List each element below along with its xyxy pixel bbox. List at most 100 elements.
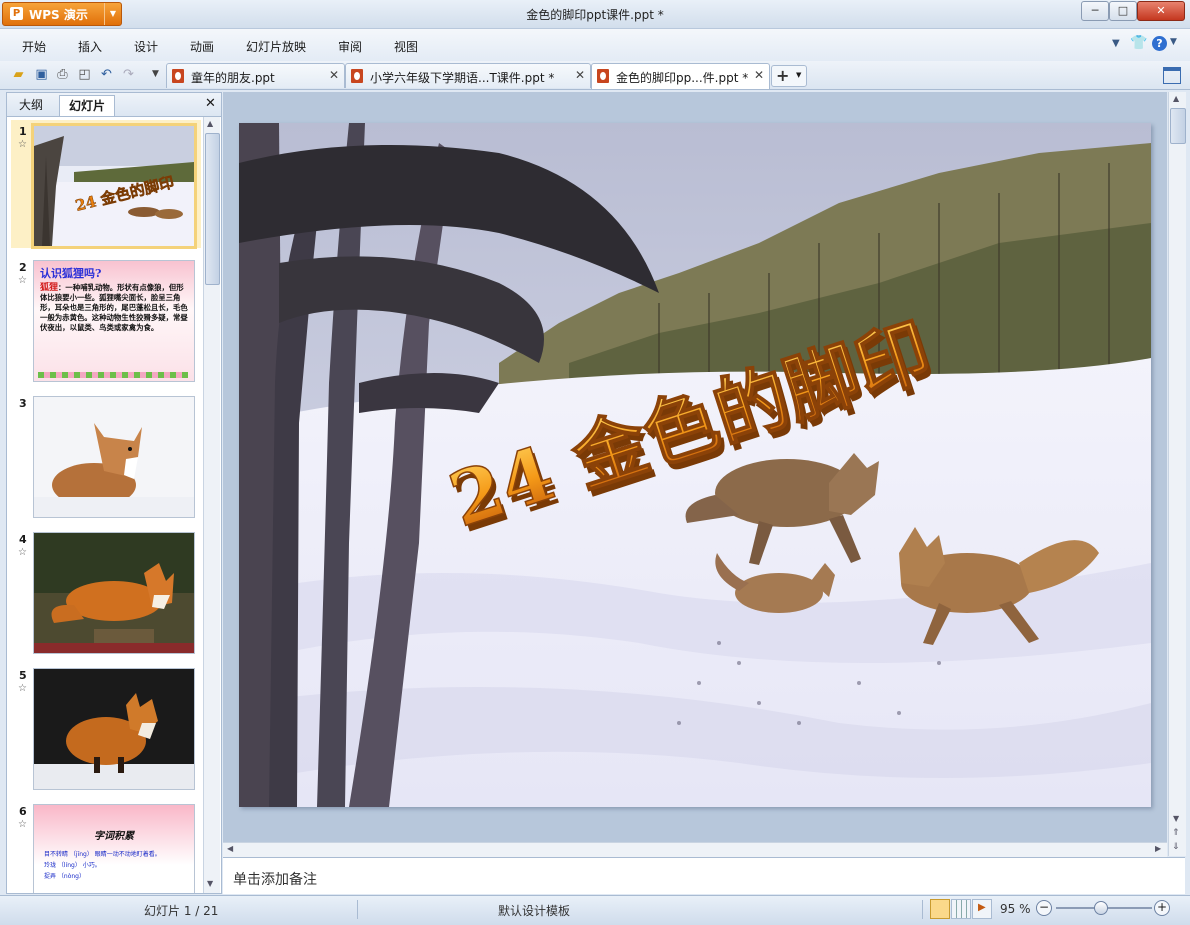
help-icon[interactable]: ? [1152,36,1167,51]
normal-view-button[interactable] [930,899,950,919]
slide-thumbnail-6[interactable]: 字词积累 目不转睛 （jīng） 眼睛一动不动地盯着看。 玲珑 （líng） 小… [33,804,195,893]
doc-tab-label: 小学六年级下学期语...T课件.ppt * [370,71,555,85]
doc-tab-1[interactable]: 小学六年级下学期语...T课件.ppt * ✕ [345,63,591,88]
zoom-slider-thumb[interactable] [1094,901,1108,915]
winter-forest-foxes-image: 24 金色的脚印 24 金色的脚印 [239,123,1151,807]
toolbar-dropdown-icon[interactable]: ▼ [147,66,164,83]
scroll-right-icon[interactable]: ▶ [1155,844,1161,853]
tab-slides[interactable]: 幻灯片 [59,95,115,116]
menu-review[interactable]: 审阅 [338,38,362,55]
current-slide[interactable]: 24 金色的脚印 24 金色的脚印 [239,123,1151,807]
slide-thumbnail-2[interactable]: 认识狐狸吗? 狐狸：一种哺乳动物。形状有点像狼，但形体比狼要小一些。狐狸嘴尖面长… [33,260,195,382]
scroll-up-icon[interactable]: ▲ [1173,94,1179,103]
maximize-button[interactable]: □ [1109,1,1137,21]
menu-animation[interactable]: 动画 [190,38,214,55]
scroll-down-icon[interactable]: ▼ [1173,814,1179,823]
slide-thumbnail-5[interactable] [33,668,195,790]
previous-slide-icon[interactable]: ⇑ [1172,828,1180,838]
scrollbar-thumb[interactable] [1170,108,1186,144]
slide-thumbnail-3[interactable] [33,396,195,518]
ppt-file-icon [351,69,363,83]
menu-home[interactable]: 开始 [22,38,46,55]
window-layout-icon[interactable] [1163,67,1181,84]
undo-icon[interactable]: ↶ [98,66,115,83]
scrollbar-thumb[interactable] [205,133,220,285]
thumb-body: ：一种哺乳动物。形状有点像狼，但形体比狼要小一些。狐狸嘴尖面长，脸呈三角形，耳朵… [40,283,188,332]
slide-number: 1 [19,125,27,138]
slide-counter: 幻灯片 1 / 21 [144,904,219,918]
title-bar: 金色的脚印ppt课件.ppt * P WPS 演示 ▼ ─ □ ✕ [0,0,1190,29]
slide-horizontal-scrollbar[interactable]: ◀ ▶ [223,842,1167,857]
thumb-line: 捉弄 （nòng） [44,873,85,880]
wps-logo-icon: P [10,7,23,20]
close-tab-icon[interactable]: ✕ [329,68,339,82]
winter-forest-thumbnail: 24 金色的脚印 [34,126,194,246]
slide-number: 3 [19,397,27,410]
menu-insert[interactable]: 插入 [78,38,102,55]
thumbnail-scrollbar[interactable]: ▲ ▼ [203,117,220,893]
menu-slideshow[interactable]: 幻灯片放映 [246,38,306,55]
app-name: WPS 演示 [29,8,88,22]
print-icon[interactable]: ⎙ [54,66,71,83]
thumb-term: 狐狸 [40,283,59,293]
skin-icon[interactable]: 👕 [1130,35,1147,51]
zoom-level: 95 % [1000,902,1031,916]
slide-editing-area: 24 金色的脚印 24 金色的脚印 [223,92,1167,842]
next-slide-icon[interactable]: ⇓ [1172,842,1180,852]
animation-star-icon: ☆ [18,547,27,558]
help-dropdown-icon[interactable]: ▼ [1170,37,1177,47]
app-menu-button[interactable]: P WPS 演示 ▼ [2,2,122,26]
close-panel-icon[interactable]: ✕ [205,96,216,111]
scroll-up-icon[interactable]: ▲ [207,119,213,128]
zoom-in-button[interactable]: + [1154,900,1170,916]
animation-star-icon: ☆ [18,275,27,286]
fox-forest-thumbnail [34,533,194,653]
thumb-line: 玲珑 （líng） 小巧。 [44,862,101,869]
zoom-out-button[interactable]: − [1036,900,1052,916]
slide-thumbnail-1[interactable]: 24 金色的脚印 [31,123,197,249]
close-tab-icon[interactable]: ✕ [754,68,764,82]
scroll-left-icon[interactable]: ◀ [227,844,233,853]
save-icon[interactable]: ▣ [33,66,50,83]
fox-dark-thumbnail [34,669,194,789]
slide-vertical-scrollbar[interactable]: ▲ ▼ ⇑ ⇓ [1168,92,1186,856]
menu-bar: 开始 插入 设计 动画 幻灯片放映 审阅 视图 ▼ 👕 ? ▼ [0,29,1190,61]
flower-border [38,372,188,378]
scroll-down-icon[interactable]: ▼ [207,879,213,888]
menu-view[interactable]: 视图 [394,38,418,55]
notes-placeholder[interactable]: 单击添加备注 [233,869,317,889]
open-icon[interactable]: ▰ [10,66,27,83]
close-tab-icon[interactable]: ✕ [575,68,585,82]
animation-star-icon: ☆ [18,819,27,830]
minimize-button[interactable]: ─ [1081,1,1109,21]
chevron-down-icon: ▼ [796,71,802,79]
panel-tabs: 大纲 幻灯片 ✕ [7,93,221,117]
window-title: 金色的脚印ppt课件.ppt * [526,8,664,22]
ribbon-collapse-icon[interactable]: ▼ [1112,38,1120,49]
thumb-title: 字词积累 [94,831,134,842]
menu-design[interactable]: 设计 [134,38,158,55]
slide-number: 6 [19,805,27,818]
thumb-line: 目不转睛 （jīng） 眼睛一动不动地盯着看。 [44,851,161,858]
slideshow-view-button[interactable]: ▶ [972,899,992,919]
doc-tab-2[interactable]: 金色的脚印pp...件.ppt * ✕ [591,63,770,89]
play-icon: ▶ [978,902,986,913]
slide-sorter-button[interactable] [951,899,971,919]
tab-outline[interactable]: 大纲 [11,95,51,115]
slide-number: 5 [19,669,27,682]
design-template-label[interactable]: 默认设计模板 [498,902,570,919]
doc-tab-0[interactable]: 童年的朋友.ppt ✕ [166,63,345,88]
slide-thumbnail-4[interactable] [33,532,195,654]
ppt-file-icon [172,69,184,83]
animation-star-icon: ☆ [18,683,27,694]
doc-tab-label: 金色的脚印pp...件.ppt * [616,71,749,85]
animation-star-icon: ☆ [18,139,27,150]
notes-pane[interactable]: 单击添加备注 [223,857,1185,894]
slides-panel: 大纲 幻灯片 ✕ 1 ☆ 24 金色的脚印 2 ☆ 认识狐狸吗? 狐狸：一种哺乳… [6,92,222,894]
print-preview-icon[interactable]: ◰ [76,66,93,83]
close-button[interactable]: ✕ [1137,1,1185,21]
doc-tab-label: 童年的朋友.ppt [191,71,275,85]
redo-icon[interactable]: ↷ [120,66,137,83]
new-tab-button[interactable]: + ▼ [771,65,807,87]
quick-access-toolbar: ▰ ▣ ⎙ ◰ ↶ ↷ ▼ 童年的朋友.ppt ✕ 小学六年级下学期语...T课… [0,61,1190,90]
